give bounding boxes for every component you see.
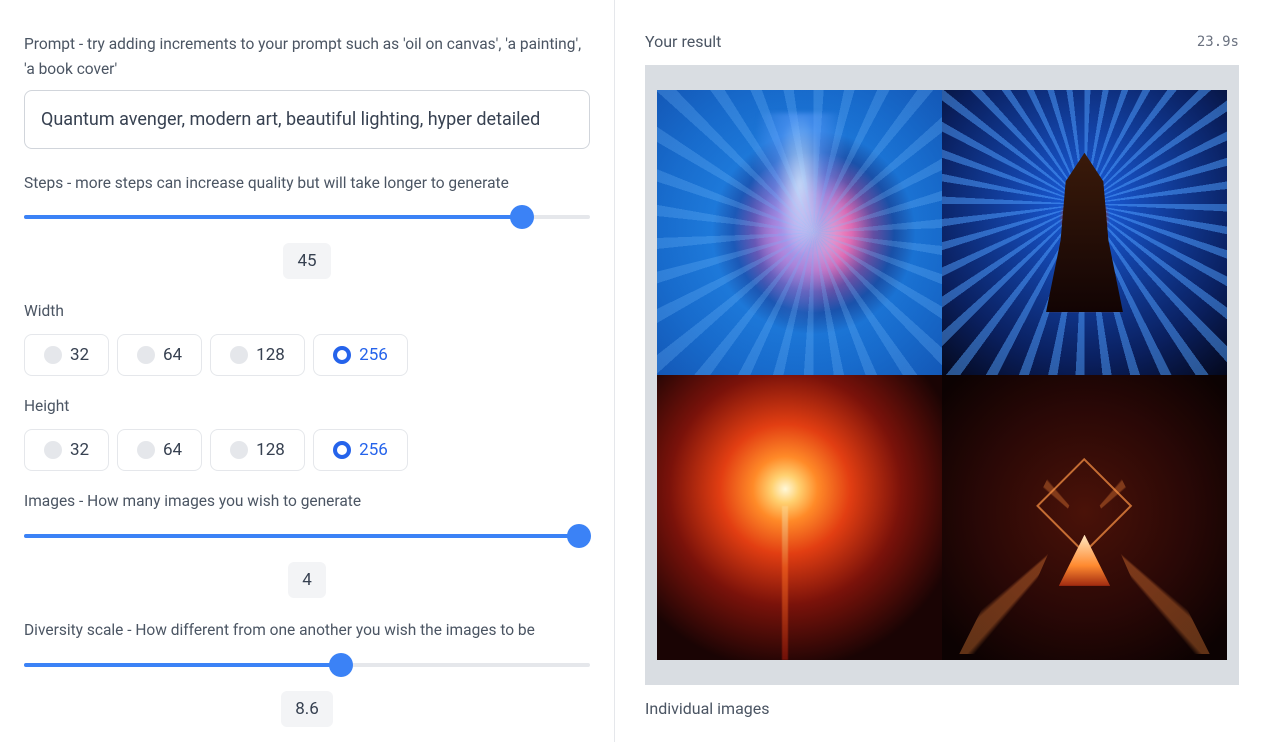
prompt-label: Prompt - try adding increments to your p…	[24, 32, 590, 82]
diversity-slider[interactable]	[24, 651, 590, 681]
settings-panel: Prompt - try adding increments to your p…	[0, 0, 615, 742]
result-title: Your result	[645, 32, 721, 51]
steps-slider-thumb[interactable]	[510, 205, 534, 229]
radio-icon	[137, 441, 155, 459]
radio-icon	[44, 346, 62, 364]
diversity-slider-thumb[interactable]	[329, 653, 353, 677]
width-option-label: 128	[256, 345, 285, 365]
radio-icon	[44, 441, 62, 459]
height-option-128[interactable]: 128	[210, 429, 305, 471]
height-option-256[interactable]: 256	[313, 429, 408, 471]
result-tile-4	[942, 375, 1227, 660]
height-option-64[interactable]: 64	[117, 429, 202, 471]
width-option-64[interactable]: 64	[117, 334, 202, 376]
width-option-label: 32	[70, 345, 89, 365]
height-option-32[interactable]: 32	[24, 429, 109, 471]
width-option-256[interactable]: 256	[313, 334, 408, 376]
result-image-container	[645, 65, 1239, 685]
width-option-label: 64	[163, 345, 182, 365]
images-slider-thumb[interactable]	[567, 524, 591, 548]
radio-icon	[333, 441, 351, 459]
individual-images-label: Individual images	[645, 699, 1239, 718]
steps-value: 45	[283, 243, 330, 279]
height-options: 32 64 128 256	[24, 429, 590, 471]
images-value: 4	[288, 562, 326, 598]
steps-slider[interactable]	[24, 203, 590, 233]
width-option-128[interactable]: 128	[210, 334, 305, 376]
steps-label: Steps - more steps can increase quality …	[24, 171, 590, 196]
radio-icon	[230, 346, 248, 364]
height-option-label: 256	[359, 440, 388, 460]
radio-icon	[230, 441, 248, 459]
result-panel: Your result 23.9s Individual images	[615, 0, 1263, 742]
height-option-label: 64	[163, 440, 182, 460]
result-grid-image[interactable]	[657, 90, 1227, 660]
result-tile-2	[942, 90, 1227, 375]
width-option-32[interactable]: 32	[24, 334, 109, 376]
width-option-label: 256	[359, 345, 388, 365]
prompt-input-wrap[interactable]	[24, 90, 590, 149]
width-options: 32 64 128 256	[24, 334, 590, 376]
height-label: Height	[24, 394, 590, 419]
diversity-label: Diversity scale - How different from one…	[24, 618, 590, 643]
diversity-value: 8.6	[281, 691, 333, 727]
height-option-label: 128	[256, 440, 285, 460]
images-label: Images - How many images you wish to gen…	[24, 489, 590, 514]
radio-icon	[333, 346, 351, 364]
width-label: Width	[24, 299, 590, 324]
generation-time: 23.9s	[1197, 34, 1239, 50]
result-tile-1	[657, 90, 942, 375]
radio-icon	[137, 346, 155, 364]
prompt-input[interactable]	[41, 109, 573, 130]
images-slider[interactable]	[24, 522, 590, 552]
result-tile-3	[657, 375, 942, 660]
height-option-label: 32	[70, 440, 89, 460]
